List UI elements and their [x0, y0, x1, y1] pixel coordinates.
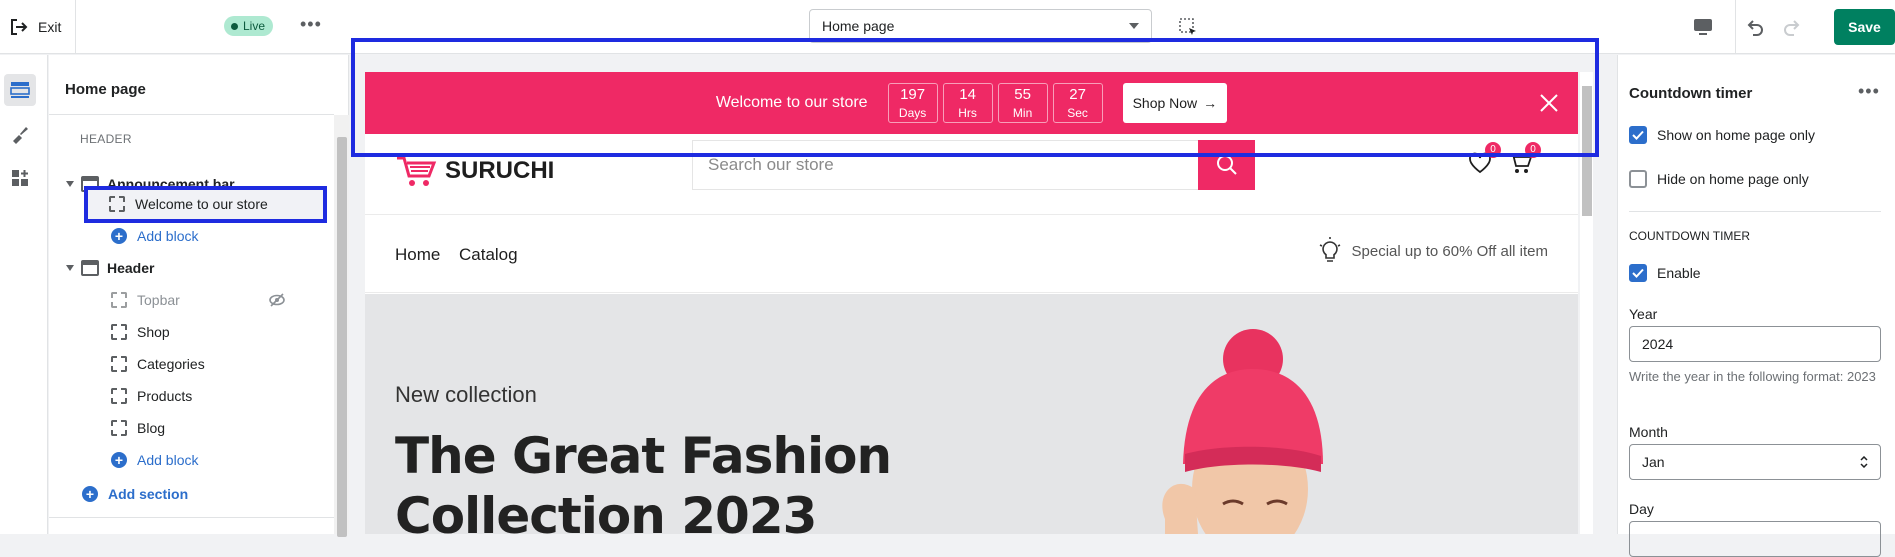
collapse-caret-icon[interactable]	[66, 265, 74, 271]
add-icon: +	[111, 228, 127, 244]
settings-title: Countdown timer	[1629, 85, 1753, 102]
exit-label: Exit	[38, 19, 62, 35]
nav-home[interactable]: Home	[395, 245, 440, 265]
page-select-value: Home page	[822, 18, 895, 34]
section-header[interactable]: Header	[49, 252, 334, 284]
enable-checkbox[interactable]: Enable	[1629, 264, 1701, 282]
add-block-button[interactable]: + Add block	[49, 220, 334, 252]
collapse-caret-icon[interactable]	[66, 181, 74, 187]
day-label: Day	[1629, 501, 1654, 517]
day-input[interactable]	[1629, 521, 1881, 557]
sidebar-item-label: Welcome to our store	[135, 196, 268, 212]
divider	[49, 114, 334, 115]
search-placeholder: Search our store	[708, 155, 834, 174]
year-label: Year	[1629, 306, 1658, 322]
sidebar-item-label: Blog	[137, 420, 166, 436]
block-topbar[interactable]: Topbar	[49, 284, 334, 316]
checkbox-label: Hide on home page only	[1657, 171, 1809, 187]
add-section-button[interactable]: + Add section	[49, 478, 334, 510]
settings-panel: Countdown timer ••• Show on home page on…	[1617, 55, 1895, 557]
month-label: Month	[1629, 424, 1668, 440]
year-value: 2024	[1642, 336, 1674, 352]
sections-icon[interactable]	[4, 74, 36, 106]
hero-banner: New collection The Great Fashion Collect…	[365, 294, 1578, 534]
desktop-icon[interactable]	[1690, 14, 1716, 40]
sidebar-item-label: Shop	[137, 324, 170, 340]
store-logo[interactable]: SURUCHI	[395, 154, 554, 188]
bulb-icon	[1319, 237, 1340, 262]
chevron-down-icon	[1129, 23, 1139, 29]
add-block-label: Add block	[137, 228, 199, 244]
section-heading: COUNTDOWN TIMER	[1629, 229, 1751, 243]
add-section-label: Add section	[108, 486, 189, 502]
hero-title: The Great Fashion Collection 2023	[395, 427, 892, 534]
add-icon: +	[111, 452, 127, 468]
block-icon	[111, 420, 127, 436]
nav-catalog[interactable]: Catalog	[459, 245, 518, 265]
sidebar-item-label: Header	[107, 260, 155, 276]
block-icon	[111, 388, 127, 404]
cart-logo-icon	[397, 156, 437, 186]
year-help-text: Write the year in the following format: …	[1629, 369, 1876, 384]
month-select[interactable]: Jan	[1629, 444, 1881, 480]
hidden-eye-icon[interactable]	[268, 292, 286, 308]
block-categories[interactable]: Categories	[49, 348, 334, 380]
checkbox-label: Show on home page only	[1657, 127, 1815, 143]
inspector-icon[interactable]	[1177, 16, 1199, 38]
checkbox-checked-icon	[1629, 264, 1647, 282]
divider	[1735, 0, 1736, 54]
select-arrows-icon	[1860, 456, 1868, 468]
block-icon	[111, 356, 127, 372]
sidebar-item-label: Categories	[137, 356, 205, 372]
scrollbar[interactable]	[334, 115, 349, 537]
exit-button[interactable]: Exit	[10, 14, 61, 40]
divider	[49, 517, 334, 518]
sections-panel: Home page HEADER Announcement bar Welcom…	[49, 55, 349, 537]
sidebar-item-label: Products	[137, 388, 193, 404]
theme-settings-icon[interactable]	[4, 118, 36, 150]
block-icon	[109, 196, 125, 212]
sidebar-rail	[0, 55, 48, 534]
add-block-label: Add block	[137, 452, 199, 468]
undo-icon[interactable]	[1742, 14, 1768, 40]
hero-subtitle: New collection	[395, 382, 537, 407]
block-welcome-to-our-store[interactable]: Welcome to our store	[109, 188, 329, 220]
selected-section-highlight	[351, 38, 1599, 157]
block-blog[interactable]: Blog	[49, 412, 334, 444]
live-label: Live	[243, 19, 266, 33]
block-icon	[111, 292, 127, 308]
panel-title: Home page	[65, 81, 146, 98]
block-shop[interactable]: Shop	[49, 316, 334, 348]
hero-model-image	[1162, 329, 1323, 534]
show-home-only-checkbox[interactable]: Show on home page only	[1629, 126, 1815, 144]
sidebar-item-label: Topbar	[137, 292, 180, 308]
app-blocks-icon[interactable]	[4, 162, 36, 194]
divider	[1629, 211, 1881, 212]
block-icon	[111, 324, 127, 340]
checkbox-unchecked-icon	[1629, 170, 1647, 188]
store-nav: Home Catalog Special up to 60% Off all i…	[365, 215, 1578, 293]
promo-text: Special up to 60% Off all item	[1351, 242, 1549, 260]
divider	[75, 0, 76, 54]
save-button[interactable]: Save	[1834, 9, 1895, 45]
add-icon: +	[82, 486, 98, 502]
year-input[interactable]: 2024	[1629, 326, 1881, 362]
promo-message: Special up to 60% Off all item	[1318, 237, 1549, 265]
more-icon[interactable]: •••	[1858, 81, 1880, 102]
logo-text: SURUCHI	[445, 157, 555, 184]
block-products[interactable]: Products	[49, 380, 334, 412]
header-group-label: HEADER	[80, 132, 132, 146]
redo-icon[interactable]	[1779, 14, 1805, 40]
live-status-badge: Live	[224, 16, 274, 36]
checkbox-checked-icon	[1629, 126, 1647, 144]
exit-icon	[11, 19, 28, 35]
section-icon	[81, 260, 99, 276]
month-value: Jan	[1642, 454, 1665, 470]
hide-home-only-checkbox[interactable]: Hide on home page only	[1629, 170, 1809, 188]
add-block-button[interactable]: + Add block	[49, 444, 334, 476]
more-icon[interactable]: •••	[300, 14, 322, 35]
checkbox-label: Enable	[1657, 265, 1701, 281]
